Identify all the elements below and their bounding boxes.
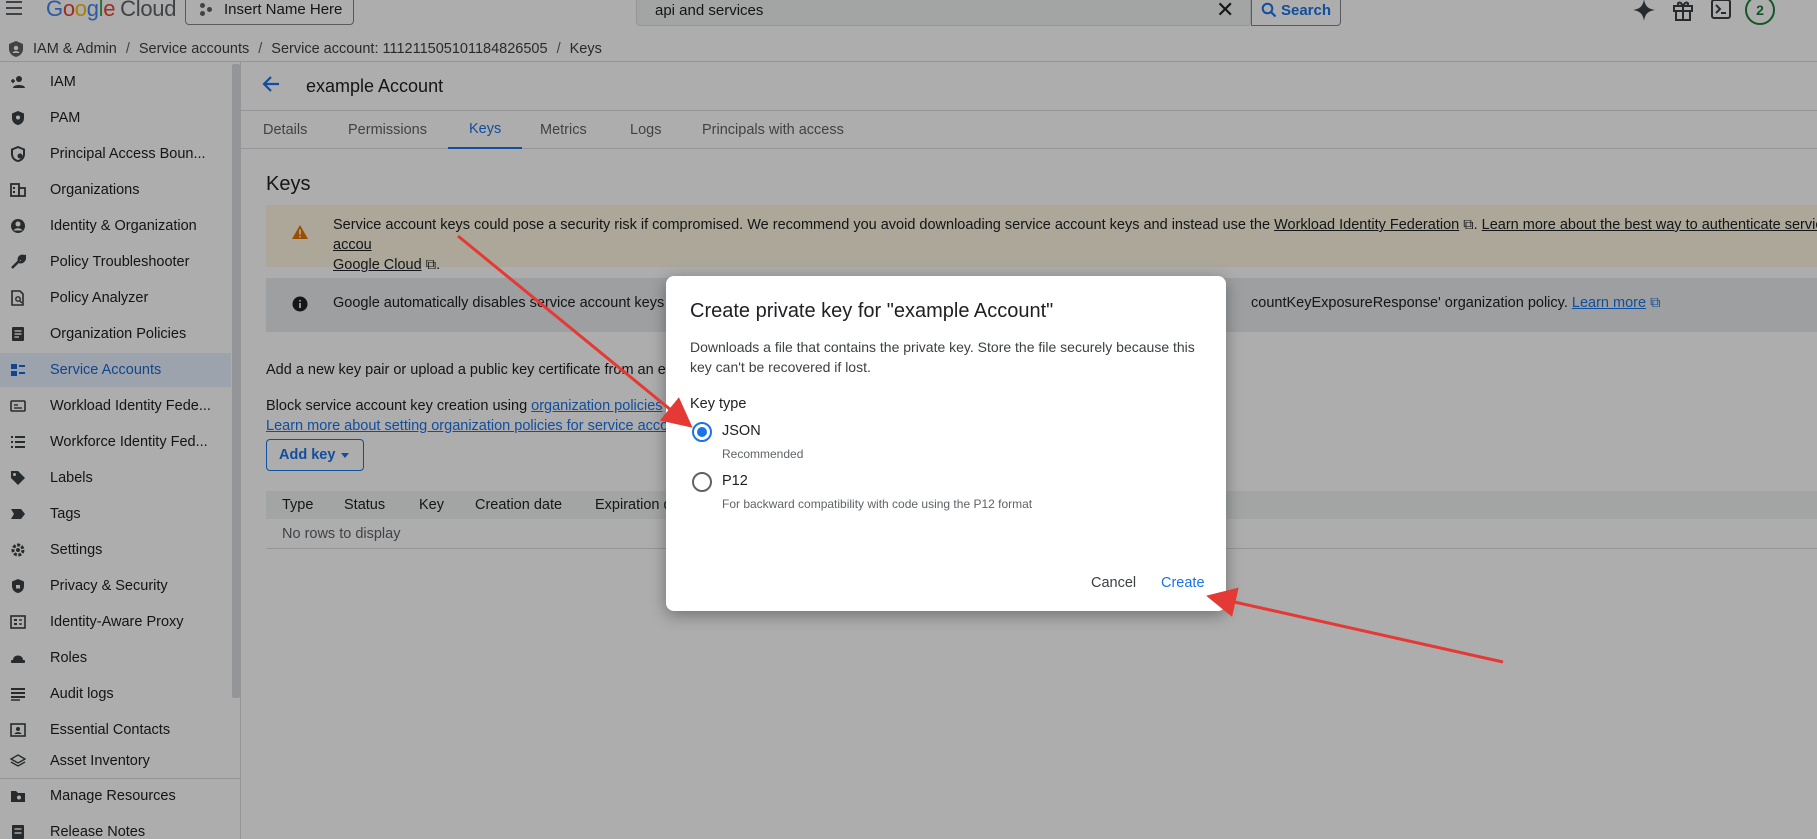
json-option-label[interactable]: JSON bbox=[722, 423, 761, 439]
create-button[interactable]: Create bbox=[1161, 575, 1205, 591]
json-radio[interactable] bbox=[692, 422, 712, 442]
p12-radio[interactable] bbox=[692, 472, 712, 492]
p12-option-help: For backward compatibility with code usi… bbox=[722, 497, 1033, 511]
create-private-key-dialog: Create private key for "example Account"… bbox=[666, 276, 1226, 611]
cancel-button[interactable]: Cancel bbox=[1091, 575, 1136, 591]
dialog-description: Downloads a file that contains the priva… bbox=[690, 339, 1195, 375]
key-type-label: Key type bbox=[690, 396, 747, 412]
json-option-help: Recommended bbox=[722, 447, 804, 461]
dialog-title: Create private key for "example Account" bbox=[690, 300, 1054, 322]
p12-option-label[interactable]: P12 bbox=[722, 473, 748, 489]
